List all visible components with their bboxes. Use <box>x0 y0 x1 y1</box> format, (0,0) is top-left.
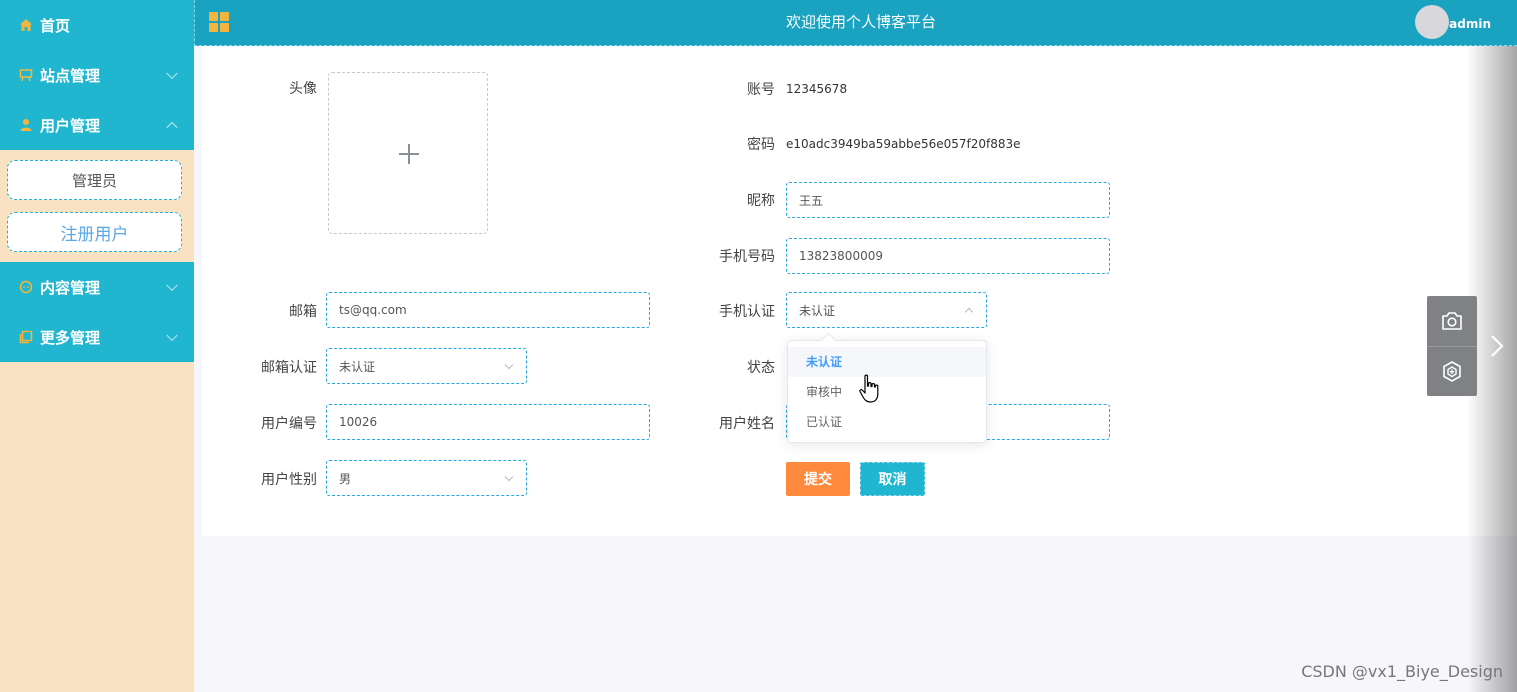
camera-button[interactable] <box>1427 296 1477 346</box>
username[interactable]: admin <box>1449 17 1491 31</box>
easel-icon <box>18 67 34 83</box>
nickname-input[interactable]: 王五 <box>786 182 1110 218</box>
chevron-up-icon <box>964 307 974 317</box>
sidebar-item-label: 首页 <box>40 16 71 35</box>
user-edit-form: 头像 账号 12345678 密码 e10adc3949ba59abbe56e0… <box>202 46 1517 536</box>
chevron-down-icon <box>504 472 514 482</box>
avatar-label: 头像 <box>289 81 317 97</box>
dropdown-option[interactable]: 审核中 <box>788 377 986 407</box>
password-label: 密码 <box>747 137 775 153</box>
user-no-label: 用户编号 <box>261 416 317 432</box>
nickname-label: 昵称 <box>747 193 775 209</box>
user-icon <box>18 117 34 133</box>
sidebar-menu-bottom: 内容管理 更多管理 <box>0 262 194 362</box>
email-verify-select[interactable]: 未认证 <box>326 348 527 384</box>
gender-value: 男 <box>339 471 352 486</box>
real-name-label: 用户姓名 <box>719 416 775 432</box>
hand-cursor-icon <box>858 374 880 408</box>
submit-button[interactable]: 提交 <box>786 462 850 496</box>
phone-verify-label: 手机认证 <box>719 304 775 320</box>
sidebar-item-home[interactable]: 首页 <box>0 0 194 50</box>
dropdown-option[interactable]: 已认证 <box>788 407 986 437</box>
sidebar-item-content[interactable]: 内容管理 <box>0 262 194 312</box>
gender-select[interactable]: 男 <box>326 460 527 496</box>
avatar[interactable] <box>1415 5 1449 39</box>
phone-input[interactable]: 13823800009 <box>786 238 1110 274</box>
chevron-down-icon <box>166 67 178 80</box>
chevron-down-icon <box>166 279 178 292</box>
dropdown-option[interactable]: 未认证 <box>788 347 986 377</box>
user-no-input[interactable]: 10026 <box>326 404 650 440</box>
submenu-item-registered-users[interactable]: 注册用户 <box>7 212 182 252</box>
phone-label: 手机号码 <box>719 249 775 265</box>
email-verify-value: 未认证 <box>339 359 376 374</box>
home-icon <box>18 17 34 33</box>
chevron-up-icon <box>166 121 178 134</box>
chat-icon <box>18 279 34 295</box>
submenu-item-admin[interactable]: 管理员 <box>7 160 182 200</box>
sidebar-item-label: 用户管理 <box>40 116 101 135</box>
phone-verify-select[interactable]: 未认证 <box>786 292 987 328</box>
account-label: 账号 <box>747 82 775 98</box>
cancel-button[interactable]: 取消 <box>860 462 925 496</box>
plugin-button[interactable] <box>1427 346 1477 396</box>
sidebar-item-label: 站点管理 <box>40 66 101 85</box>
chevron-down-icon <box>504 360 514 370</box>
sidebar-item-label: 更多管理 <box>40 328 101 347</box>
top-header: 欢迎使用个人博客平台 admin <box>194 0 1517 46</box>
page-title: 欢迎使用个人博客平台 <box>785 13 936 31</box>
email-label: 邮箱 <box>289 304 317 320</box>
plus-icon <box>399 144 419 164</box>
email-verify-label: 邮箱认证 <box>261 360 317 376</box>
sidebar-item-label: 内容管理 <box>40 278 101 297</box>
sidebar-item-more[interactable]: 更多管理 <box>0 312 194 362</box>
account-value: 12345678 <box>786 82 848 96</box>
sidebar: 首页 站点管理 用户管理 管理员 注册用户 内容管理 更多管理 <box>0 0 194 692</box>
chevron-down-icon <box>166 329 178 342</box>
watermark: CSDN @vx1_Biye_Design <box>1301 662 1503 681</box>
sidebar-menu-top: 首页 站点管理 用户管理 <box>0 0 194 150</box>
avatar-uploader[interactable] <box>328 72 488 234</box>
status-label: 状态 <box>747 360 775 376</box>
hexagon-plus-icon <box>1443 360 1461 382</box>
gender-label: 用户性别 <box>261 472 317 488</box>
copy-icon <box>18 329 34 345</box>
phone-verify-value: 未认证 <box>799 303 836 318</box>
user-submenu: 管理员 注册用户 <box>0 150 194 262</box>
sidebar-item-users[interactable]: 用户管理 <box>0 100 194 150</box>
sidebar-item-site[interactable]: 站点管理 <box>0 50 194 100</box>
chevron-right-icon[interactable] <box>1490 334 1504 358</box>
floating-toolbar <box>1427 296 1477 396</box>
phone-verify-dropdown: 未认证 审核中 已认证 <box>787 340 987 443</box>
password-value: e10adc3949ba59abbe56e057f20f883e <box>786 137 1021 151</box>
camera-icon <box>1442 312 1462 330</box>
email-input[interactable]: ts@qq.com <box>326 292 650 328</box>
